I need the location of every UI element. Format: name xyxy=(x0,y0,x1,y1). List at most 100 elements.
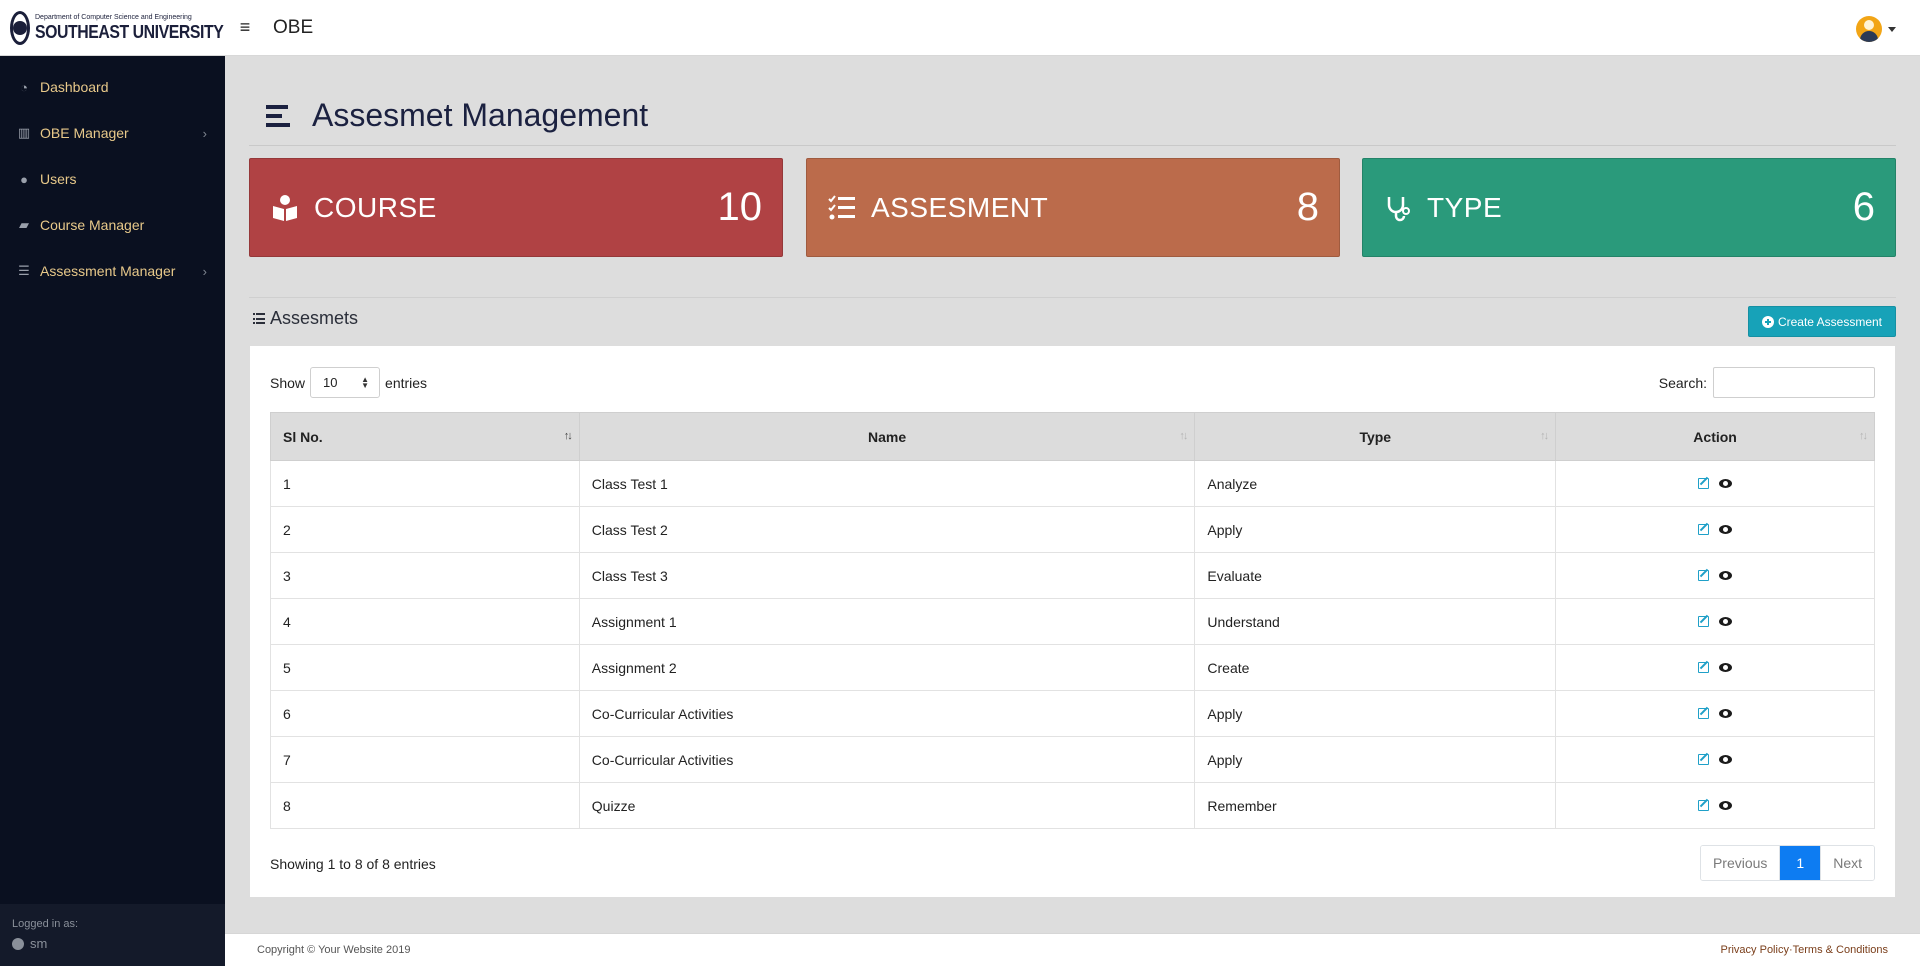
assessments-panel: Show 10 ▲ ▼ entries Search: Sl No. ↑↓ Name… xyxy=(250,346,1895,897)
eye-icon[interactable] xyxy=(1719,800,1733,810)
cell-name: Class Test 2 xyxy=(578,506,1196,553)
previous-page-button[interactable]: Previous xyxy=(1700,846,1780,880)
table-row: 1 Class Test 1 Analyze xyxy=(270,460,1875,507)
sidebar-item-dashboard[interactable]: ◔ Dashboard xyxy=(0,64,225,110)
sort-icon: ↑↓ xyxy=(1859,430,1868,442)
cell-type: Apply xyxy=(1194,736,1557,783)
stethoscope-icon xyxy=(1383,193,1413,223)
edit-icon[interactable] xyxy=(1698,753,1710,765)
cell-action xyxy=(1555,598,1875,645)
course-stat-card[interactable]: COURSE 10 xyxy=(249,158,783,257)
sidebar-toggle-button[interactable]: ≡ xyxy=(233,17,257,38)
cell-sl: 2 xyxy=(270,506,580,553)
cell-sl: 1 xyxy=(270,460,580,507)
privacy-policy-link[interactable]: Privacy Policy xyxy=(1720,944,1788,956)
hamburger-icon: ≡ xyxy=(239,17,251,37)
sidebar: ◔ Dashboard ▥ OBE Manager › ● Users ▰ Co… xyxy=(0,56,225,966)
sidebar-item-label: Dashboard xyxy=(40,79,109,95)
page-footer: Copyright © Your Website 2019 Privacy Po… xyxy=(225,933,1920,966)
page-length-select[interactable]: 10 ▲ ▼ xyxy=(310,367,381,398)
edit-icon[interactable] xyxy=(1698,569,1710,581)
table-row: 6 Co-Curricular Activities Apply xyxy=(270,690,1875,737)
sort-icon: ↑↓ xyxy=(1179,430,1188,442)
card-label: TYPE xyxy=(1427,191,1503,223)
cell-sl: 5 xyxy=(270,644,580,691)
card-value: 8 xyxy=(1296,185,1319,229)
edit-icon[interactable] xyxy=(1698,799,1710,811)
page-1-button[interactable]: 1 xyxy=(1779,846,1821,880)
logo-title: SOUTHEAST UNIVERSITY xyxy=(35,22,224,42)
avatar[interactable] xyxy=(1856,16,1882,42)
show-label: Show xyxy=(270,374,306,391)
edit-icon[interactable] xyxy=(1698,707,1710,719)
cell-name: Assignment 1 xyxy=(578,598,1196,645)
section-divider xyxy=(249,297,1896,298)
column-header-label: Action xyxy=(1693,428,1737,445)
cell-action xyxy=(1555,736,1875,783)
sort-icon: ↑↓ xyxy=(563,430,573,442)
card-value: 10 xyxy=(717,185,763,229)
sidebar-item-obe-manager[interactable]: ▥ OBE Manager › xyxy=(0,110,225,156)
search-label: Search: xyxy=(1658,374,1707,391)
app-brand[interactable]: OBE xyxy=(273,17,313,39)
edit-icon[interactable] xyxy=(1698,615,1710,627)
next-page-button[interactable]: Next xyxy=(1820,846,1874,880)
sidebar-item-users[interactable]: ● Users xyxy=(0,156,225,202)
column-header-sl-no[interactable]: Sl No. ↑↓ xyxy=(270,412,580,461)
sidebar-item-assessment-manager[interactable]: ☰ Assessment Manager › xyxy=(0,248,225,294)
cell-type: Apply xyxy=(1194,506,1557,553)
sidebar-item-label: OBE Manager xyxy=(40,125,129,141)
book-reader-icon xyxy=(270,193,300,223)
entries-label: entries xyxy=(385,374,428,391)
list-icon xyxy=(253,313,265,324)
create-assessment-button[interactable]: Create Assessment xyxy=(1747,306,1896,337)
edit-icon[interactable] xyxy=(1698,523,1710,535)
search-input[interactable] xyxy=(1713,367,1875,398)
columns-icon: ▥ xyxy=(17,125,31,140)
assessment-stat-card[interactable]: ASSESMENT 8 xyxy=(806,158,1340,257)
university-logo[interactable]: Department of Computer Science and Engin… xyxy=(0,0,225,56)
course-icon: ▰ xyxy=(19,217,29,232)
eye-icon[interactable] xyxy=(1719,570,1733,580)
eye-icon[interactable] xyxy=(1719,662,1733,672)
sidebar-item-label: Users xyxy=(40,171,77,187)
type-stat-card[interactable]: TYPE 6 xyxy=(1362,158,1896,257)
table-row: 7 Co-Curricular Activities Apply xyxy=(270,736,1875,783)
column-header-name[interactable]: Name ↑↓ xyxy=(578,412,1196,461)
column-header-label: Name xyxy=(868,428,907,445)
caret-down-icon[interactable] xyxy=(1888,26,1896,32)
cell-sl: 3 xyxy=(270,552,580,599)
cell-type: Create xyxy=(1194,644,1557,691)
stat-cards: COURSE 10 ASSESMENT 8 TYPE 6 xyxy=(249,158,1896,258)
eye-icon[interactable] xyxy=(1719,754,1733,764)
cell-type: Remember xyxy=(1194,782,1557,829)
sort-updown-icon: ▲ ▼ xyxy=(361,375,370,390)
column-header-label: Type xyxy=(1359,428,1392,445)
cell-action xyxy=(1555,552,1875,599)
sidebar-item-label: Assessment Manager xyxy=(40,263,176,279)
eye-icon[interactable] xyxy=(1719,708,1733,718)
user-menu[interactable] xyxy=(1856,16,1896,42)
cell-sl: 6 xyxy=(270,690,580,737)
column-header-type[interactable]: Type ↑↓ xyxy=(1194,412,1557,461)
eye-icon[interactable] xyxy=(1719,478,1733,488)
cell-sl: 7 xyxy=(270,736,580,783)
column-header-action[interactable]: Action ↑↓ xyxy=(1555,412,1875,461)
terms-link[interactable]: Terms & Conditions xyxy=(1793,944,1888,956)
sort-icon: ↑↓ xyxy=(1540,430,1549,442)
create-assessment-label: Create Assessment xyxy=(1777,314,1882,329)
table-row: 4 Assignment 1 Understand xyxy=(270,598,1875,645)
edit-icon[interactable] xyxy=(1698,661,1710,673)
sidebar-item-course-manager[interactable]: ▰ Course Manager xyxy=(0,202,225,248)
table-info: Showing 1 to 8 of 8 entries xyxy=(270,856,436,872)
card-value: 6 xyxy=(1852,185,1875,229)
table-row: 2 Class Test 2 Apply xyxy=(270,506,1875,553)
assessments-table: Sl No. ↑↓ Name ↑↓ Type ↑↓ Action ↑↓ 1 Class … xyxy=(270,412,1875,829)
eye-icon[interactable] xyxy=(1719,616,1733,626)
edit-icon[interactable] xyxy=(1698,477,1710,489)
eye-icon[interactable] xyxy=(1719,524,1733,534)
chevron-right-icon: › xyxy=(202,263,207,279)
cell-type: Evaluate xyxy=(1194,552,1557,599)
top-navbar: Department of Computer Science and Engin… xyxy=(0,0,1920,56)
user-circle-icon xyxy=(12,937,24,950)
